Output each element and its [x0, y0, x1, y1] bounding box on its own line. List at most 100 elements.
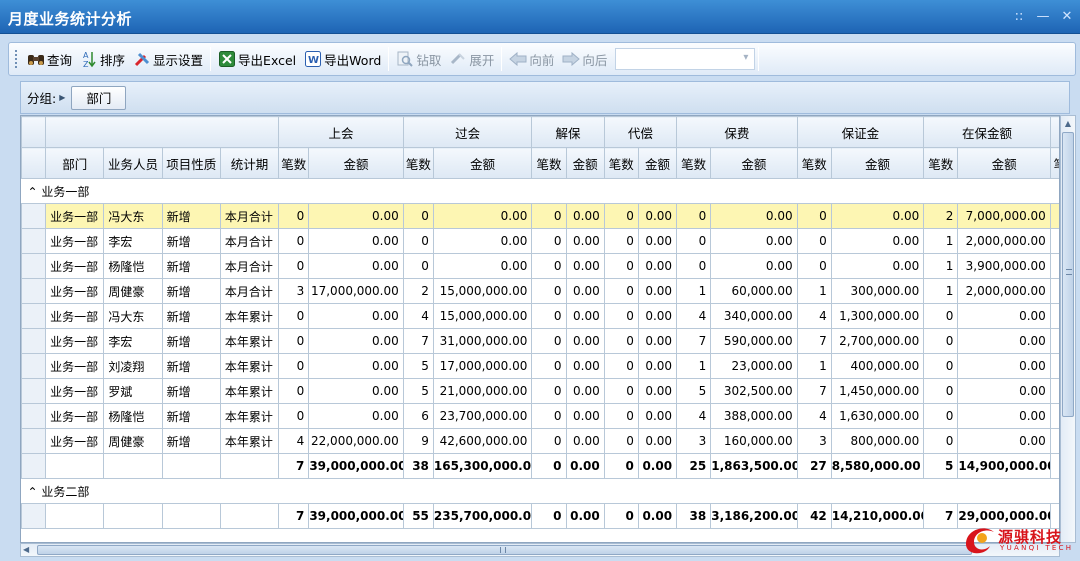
column-header[interactable]: 笔数 [796, 147, 832, 179]
drill-button[interactable]: 钻取 [392, 46, 445, 72]
table-cell: 22,000,000.00 [308, 428, 404, 454]
table-row[interactable]: 业务一部 周健豪 新增 本年累计 4 22,000,000.00 9 42,600,000.0… [21, 428, 1059, 454]
table-cell: 0.00 [565, 253, 605, 279]
column-header[interactable]: 笔数 [278, 147, 310, 179]
table-row[interactable]: 业务一部 杨隆恺 新增 本年累计 0 0.00 6 23,700,000.00 0 0.00 0 0.… [21, 403, 1059, 429]
column-header[interactable]: 笔 [1049, 147, 1059, 179]
row-indicator[interactable] [21, 378, 47, 404]
column-header[interactable]: 部门 [45, 147, 105, 179]
export-excel-button[interactable]: 导出Excel [214, 46, 300, 72]
column-group-header[interactable]: 上会 [278, 116, 404, 148]
column-header[interactable]: 统计期 [219, 147, 280, 179]
column-group-header[interactable]: 代偿 [603, 116, 678, 148]
group-row[interactable]: ⌃ 业务一部 [21, 178, 1059, 204]
query-button[interactable]: 查询 [23, 46, 76, 72]
row-indicator[interactable] [21, 253, 47, 279]
column-header[interactable]: 笔数 [402, 147, 434, 179]
row-indicator[interactable] [21, 353, 47, 379]
table-cell: 0.00 [565, 428, 605, 454]
total-cell: 42 [796, 503, 832, 529]
row-indicator[interactable] [21, 403, 47, 429]
chevron-down-icon[interactable]: ▾ [743, 52, 748, 63]
column-header[interactable]: 业务人员 [103, 147, 163, 179]
column-group-header[interactable]: 解保 [531, 116, 605, 148]
table-row[interactable]: 业务一部 罗斌 新增 本年累计 0 0.00 5 21,000,000.00 0 0.00 0 0.0… [21, 378, 1059, 404]
table-cell: 7,000,000.00 [957, 203, 1051, 229]
display-settings-button[interactable]: 显示设置 [129, 46, 207, 72]
row-indicator[interactable] [21, 428, 47, 454]
table-cell: 李宏 [103, 328, 163, 354]
back-button[interactable]: 向前 [505, 46, 558, 72]
column-header[interactable]: 笔数 [676, 147, 712, 179]
export-word-button[interactable]: W 导出Word [300, 46, 385, 72]
column-group-header[interactable]: 过会 [402, 116, 533, 148]
table-cell: 1,450,000.00 [830, 378, 925, 404]
table-cell: 42,600,000.00 [432, 428, 533, 454]
row-indicator[interactable] [21, 303, 47, 329]
table-row[interactable]: 业务一部 刘凌翔 新增 本年累计 0 0.00 5 17,000,000.00 0 0.00 0 0.… [21, 353, 1059, 379]
column-group-header[interactable]: 保证金 [796, 116, 925, 148]
vertical-scrollbar[interactable]: ▲ [1060, 115, 1076, 543]
binoculars-icon [27, 50, 45, 68]
table-cell: 0 [923, 353, 959, 379]
minimize-button[interactable]: — [1036, 9, 1050, 24]
collapse-caret-icon[interactable]: ⌃ [28, 485, 42, 499]
drag-handle-icon[interactable]: :: [1012, 9, 1026, 24]
table-row[interactable]: 业务一部 冯大东 新增 本月合计 0 0.00 0 0.00 0 0.00 0 0.00 0 0.00 0 0… [21, 203, 1059, 229]
close-button[interactable]: ✕ [1060, 9, 1074, 24]
arrow-right-icon [562, 50, 581, 68]
vertical-scroll-thumb[interactable] [1062, 132, 1074, 417]
table-row[interactable]: 业务一部 冯大东 新增 本年累计 0 0.00 4 15,000,000.00 0 0.00 0 0.… [21, 303, 1059, 329]
word-icon: W [304, 50, 322, 68]
group-chip-department[interactable]: 部门 [71, 85, 127, 110]
group-row[interactable]: ⌃ 业务二部 [21, 478, 1059, 504]
table-cell: 1,300,000.00 [830, 303, 925, 329]
row-indicator[interactable] [21, 203, 47, 229]
group-header[interactable]: ⌃ 业务一部 [21, 178, 1059, 204]
column-header[interactable]: 笔数 [603, 147, 639, 179]
table-row[interactable]: 业务一部 李宏 新增 本年累计 0 0.00 7 31,000,000.00 0 0.00 0 0.0… [21, 328, 1059, 354]
toolbar-grip-icon[interactable] [15, 50, 19, 68]
column-header[interactable]: 项目性质 [161, 147, 221, 179]
column-header[interactable]: 金额 [432, 147, 533, 179]
row-indicator[interactable] [21, 278, 47, 304]
column-header[interactable]: 金额 [957, 147, 1051, 179]
table-row[interactable]: 业务一部 李宏 新增 本月合计 0 0.00 0 0.00 0 0.00 0 0.00 0 0.00 0 0.… [21, 228, 1059, 254]
column-group-header[interactable]: 保费 [676, 116, 798, 148]
horizontal-scroll-thumb[interactable] [37, 545, 972, 555]
table-cell [161, 453, 221, 479]
total-cell: 7 [278, 503, 310, 529]
total-cell: 14,210,000.00 [830, 503, 925, 529]
column-header[interactable]: 金额 [637, 147, 678, 179]
horizontal-scrollbar[interactable]: ◀ [20, 543, 1060, 557]
column-header[interactable]: 金额 [710, 147, 798, 179]
row-indicator[interactable] [21, 228, 47, 254]
scroll-up-icon[interactable]: ▲ [1061, 116, 1075, 132]
sort-button[interactable]: AZ 排序 [76, 46, 129, 72]
column-header[interactable]: 笔数 [923, 147, 959, 179]
collapse-caret-icon[interactable]: ⌃ [28, 185, 42, 199]
column-header[interactable]: 金额 [308, 147, 404, 179]
title-bar[interactable]: 月度业务统计分析 :: — ✕ [0, 0, 1080, 34]
navigation-combo[interactable]: ▾ [615, 48, 756, 70]
column-header[interactable]: 金额 [565, 147, 605, 179]
table-cell: 业务一部 [45, 428, 105, 454]
table-cell: 罗斌 [103, 378, 163, 404]
group-header[interactable]: ⌃ 业务二部 [21, 478, 1059, 504]
column-header[interactable]: 金额 [830, 147, 925, 179]
expand-button[interactable]: 展开 [445, 46, 498, 72]
table-row[interactable]: 业务一部 周健豪 新增 本月合计 3 17,000,000.00 2 15,000,000.0… [21, 278, 1059, 304]
table-cell [1049, 353, 1059, 379]
query-label: 查询 [47, 52, 73, 68]
table-cell: 0.00 [710, 253, 798, 279]
column-header[interactable]: 笔数 [531, 147, 567, 179]
row-indicator[interactable] [21, 328, 47, 354]
row-indicator-header [21, 116, 47, 148]
scroll-left-icon[interactable]: ◀ [23, 544, 29, 556]
table-cell: 302,500.00 [710, 378, 798, 404]
column-group-header[interactable]: 在保金额 [923, 116, 1051, 148]
table-cell: 0 [603, 278, 639, 304]
forward-button[interactable]: 向后 [558, 46, 611, 72]
export-word-label: 导出Word [324, 52, 382, 68]
table-row[interactable]: 业务一部 杨隆恺 新增 本月合计 0 0.00 0 0.00 0 0.00 0 0.00 0 0.00 0 0… [21, 253, 1059, 279]
